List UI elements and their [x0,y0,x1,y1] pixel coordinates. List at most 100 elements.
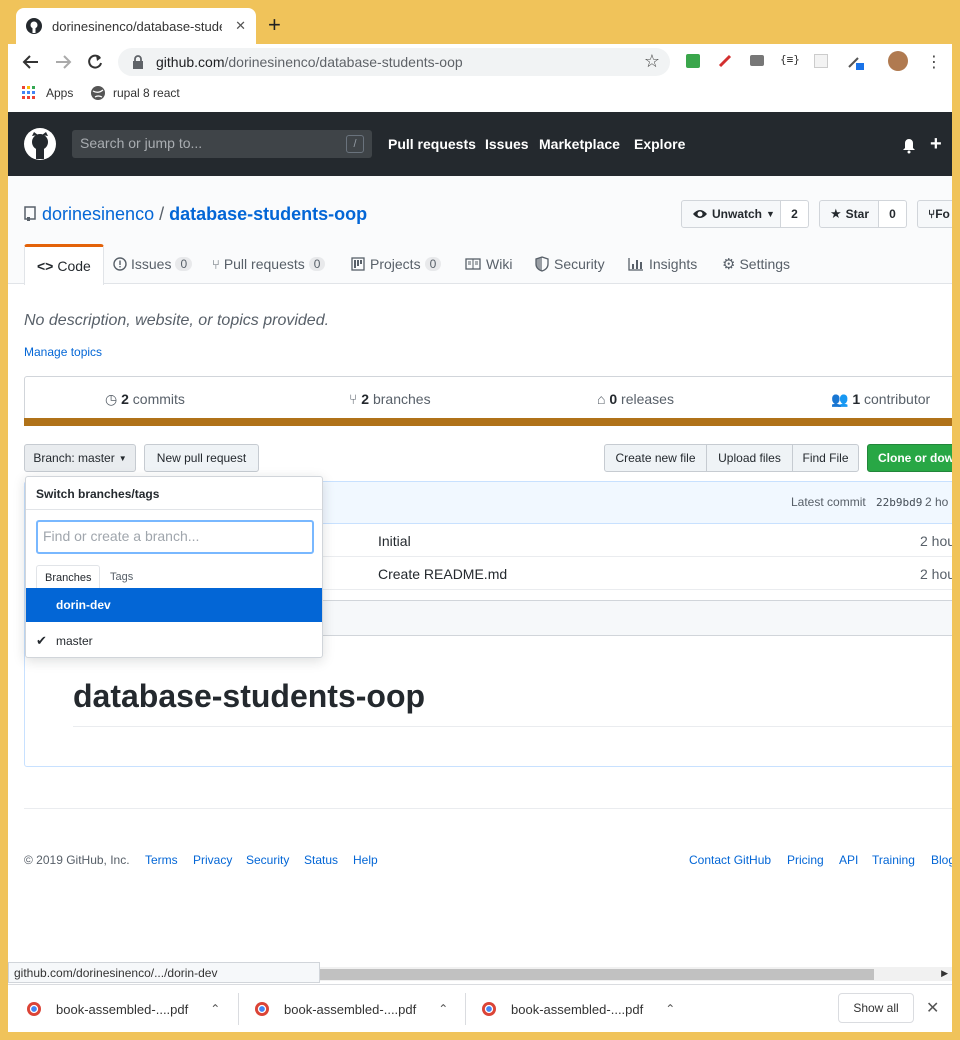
show-all-button[interactable]: Show all [838,993,914,1023]
repo-name-link[interactable]: database-students-oop [169,204,367,224]
download-item[interactable]: book-assembled-....pdf ⌃ [481,985,681,1032]
create-new-file-button[interactable]: Create new file [604,444,707,472]
chevron-up-icon[interactable]: ⌃ [665,1002,675,1016]
branch-item-label: master [56,634,93,648]
tab-insights-label: Insights [649,256,698,272]
pen-extension-icon[interactable] [718,54,732,68]
readme-divider [73,726,952,727]
star-button[interactable]: ★ Star [819,200,879,228]
footer-pricing[interactable]: Pricing [787,853,824,867]
chevron-up-icon[interactable]: ⌃ [210,1002,220,1016]
footer-privacy[interactable]: Privacy [193,853,232,867]
horizontal-scrollbar[interactable]: ▶ [320,967,952,981]
history-icon: ◷ [105,391,118,407]
footer-terms[interactable]: Terms [145,853,178,867]
commit-sha-link[interactable]: 22b9bd9 [876,496,922,509]
chrome-pdf-icon [27,1002,41,1016]
footer: © 2019 GitHub, Inc. Terms Privacy Securi… [24,808,952,867]
plus-menu-icon[interactable]: + [930,133,942,156]
repo-header: dorinesinenco / database-students-oop Un… [8,176,952,285]
close-tab-icon[interactable]: ✕ [235,18,246,34]
commits-summary[interactable]: ◷ 2 commits [105,391,185,408]
new-tab-button[interactable]: + [268,12,281,38]
tab-issues[interactable]: Issues 0 [113,244,193,284]
footer-status[interactable]: Status [304,853,338,867]
bookmark-star-icon[interactable]: ☆ [644,51,660,72]
grid-extension-icon[interactable] [814,54,828,68]
pull-request-icon: ⑂ [212,256,220,272]
file-commit-message[interactable]: Initial [378,533,411,549]
file-commit-message[interactable]: Create README.md [378,566,507,582]
clone-or-download-button[interactable]: Clone or dow [867,444,952,472]
nav-issues[interactable]: Issues [485,136,529,152]
dropper-extension-icon[interactable] [846,52,864,70]
star-count[interactable]: 0 [879,200,907,228]
repo-owner-link[interactable]: dorinesinenco [42,204,154,224]
fork-button[interactable]: ⑂ Fo [917,200,952,228]
language-bar[interactable] [24,418,952,426]
chrome-pdf-icon [255,1002,269,1016]
footer-contact[interactable]: Contact GitHub [689,853,771,867]
branch-item-master[interactable]: ✔ master [26,624,322,658]
bell-icon[interactable] [901,138,917,154]
unwatch-button[interactable]: Unwatch ▼ [681,200,781,228]
tab-wiki[interactable]: Wiki [465,244,512,284]
find-file-button[interactable]: Find File [792,444,859,472]
branch-item-dorin-dev[interactable]: dorin-dev [26,588,322,622]
tab-code[interactable]: <> Code [24,244,104,285]
tab-insights[interactable]: Insights [628,244,697,284]
nav-marketplace[interactable]: Marketplace [539,136,620,152]
browser-content: dorinesinenco/database-students-oop ✕ + … [8,0,952,1032]
dropdown-tabs: Branches Tags [26,565,322,590]
menu-dots-icon[interactable]: ⋮ [926,52,942,72]
github-logo-icon[interactable] [24,128,56,160]
fork-label: Fo [935,207,950,221]
address-bar[interactable]: github.com/dorinesinenco/database-studen… [118,48,670,76]
tab-pull-requests[interactable]: ⑂ Pull requests 0 [212,244,326,284]
tab-security[interactable]: Security [535,244,605,284]
profile-avatar[interactable] [888,51,908,71]
nav-pull-requests[interactable]: Pull requests [388,136,476,152]
tab-wiki-label: Wiki [486,256,513,272]
nav-explore[interactable]: Explore [634,136,685,152]
contributors-summary[interactable]: 👥 1 contributor [831,391,930,408]
scroll-right-arrow-icon[interactable]: ▶ [941,968,948,979]
close-downloads-icon[interactable]: ✕ [926,998,939,1018]
tab-branches[interactable]: Branches [36,565,101,590]
json-extension-icon[interactable]: {≡} [780,53,800,66]
back-icon[interactable] [22,53,40,71]
bookmark-rupal[interactable]: rupal 8 react [113,86,180,100]
branch-select-button[interactable]: Branch: master ▼ [24,444,136,472]
tab-projects-label: Projects [370,256,421,272]
footer-blog[interactable]: Blog [931,853,952,867]
camera-extension-icon[interactable] [750,55,764,66]
reload-icon[interactable] [86,53,104,71]
forward-icon[interactable] [54,53,72,71]
watch-count[interactable]: 2 [781,200,809,228]
scrollbar-thumb[interactable] [320,969,874,980]
upload-files-button[interactable]: Upload files [706,444,793,472]
footer-help[interactable]: Help [353,853,378,867]
new-pull-request-button[interactable]: New pull request [144,444,259,472]
bookmark-apps[interactable]: Apps [46,86,73,100]
search-input[interactable]: Search or jump to... / [72,130,372,158]
chevron-up-icon[interactable]: ⌃ [438,1002,448,1016]
footer-security[interactable]: Security [246,853,289,867]
commits-count: 2 [121,391,129,407]
url-path: /dorinesinenco/database-students-oop [224,54,463,70]
manage-topics-link[interactable]: Manage topics [24,345,102,359]
footer-api[interactable]: API [839,853,858,867]
browser-tab[interactable]: dorinesinenco/database-students-oop ✕ [16,8,256,44]
issue-icon [113,257,127,271]
branches-summary[interactable]: ⑂ 2 branches [349,391,431,407]
download-item[interactable]: book-assembled-....pdf ⌃ [254,985,454,1032]
footer-training[interactable]: Training [872,853,915,867]
tab-settings[interactable]: ⚙ Settings [722,244,790,284]
releases-summary[interactable]: ⌂ 0 releases [597,391,674,407]
tab-tags[interactable]: Tags [102,565,141,589]
issues-count-badge: 0 [175,257,193,271]
tab-projects[interactable]: Projects 0 [351,244,442,284]
download-item[interactable]: book-assembled-....pdf ⌃ [26,985,226,1032]
branch-filter-input[interactable]: Find or create a branch... [36,520,314,554]
avg-extension-icon[interactable] [686,54,700,68]
